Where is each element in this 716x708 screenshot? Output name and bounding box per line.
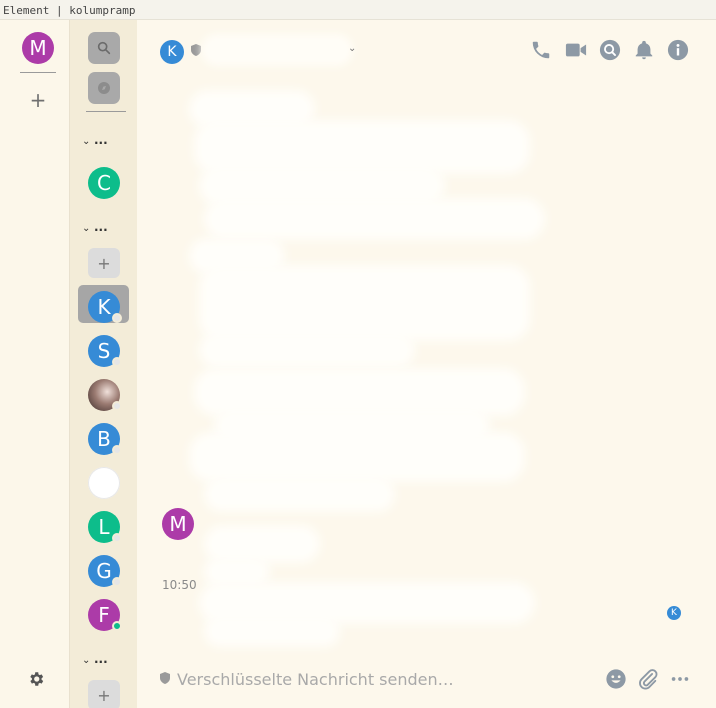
- sender-avatar[interactable]: M: [162, 508, 194, 540]
- presence-indicator: [112, 577, 122, 587]
- room-header: K ⌄: [137, 20, 716, 78]
- redacted-message: [202, 376, 517, 408]
- room-item-photo[interactable]: [88, 379, 122, 411]
- explore-rooms-button[interactable]: [88, 72, 120, 104]
- redacted-message: [212, 484, 387, 504]
- presence-indicator: [112, 445, 122, 455]
- read-receipt-avatar[interactable]: K: [667, 606, 681, 620]
- chevron-down-icon: ⌄: [82, 223, 91, 234]
- redacted-message: [207, 340, 407, 360]
- message-timestamp: 10:50: [162, 578, 197, 592]
- more-options-icon[interactable]: [669, 668, 691, 690]
- compass-icon: [98, 82, 110, 94]
- presence-indicator: [112, 533, 122, 543]
- search-button[interactable]: [88, 32, 120, 64]
- section-label: ...: [94, 133, 108, 147]
- create-space-button[interactable]: +: [28, 90, 48, 110]
- room-avatar: [88, 467, 120, 499]
- section-label: ...: [94, 652, 108, 666]
- add-room-button-2[interactable]: +: [88, 680, 120, 708]
- room-item-b[interactable]: B: [88, 423, 122, 455]
- chevron-down-icon[interactable]: ⌄: [348, 43, 356, 54]
- space-panel: M +: [0, 20, 70, 708]
- presence-indicator: [112, 313, 122, 323]
- add-room-button[interactable]: +: [88, 248, 120, 278]
- info-icon[interactable]: [667, 39, 689, 61]
- room-name-redacted[interactable]: [207, 40, 347, 60]
- quick-settings-gear-icon[interactable]: [27, 670, 45, 688]
- search-icon: [97, 41, 111, 55]
- message-timeline: M 10:50 K: [137, 78, 716, 648]
- presence-indicator: [112, 357, 122, 367]
- emoji-icon[interactable]: [605, 668, 627, 690]
- shield-icon: [191, 44, 201, 56]
- room-view: K ⌄ M 10:50 K Verschlüsselte Nachricht s…: [137, 20, 716, 708]
- message-composer: [137, 660, 716, 700]
- section-toggle-1[interactable]: ⌄...: [82, 133, 122, 147]
- room-avatar: C: [88, 167, 120, 199]
- redacted-message: [207, 273, 522, 333]
- chevron-down-icon: ⌄: [82, 655, 91, 666]
- search-icon[interactable]: [599, 39, 621, 61]
- paperclip-icon[interactable]: [637, 668, 659, 690]
- room-item-c[interactable]: C: [88, 167, 120, 199]
- room-item-l[interactable]: L: [88, 511, 122, 543]
- app: M + ⌄... C ⌄... + K S B L G F ⌄ ... + K …: [0, 20, 716, 708]
- redacted-message: [202, 128, 522, 166]
- room-item-k[interactable]: K: [78, 285, 129, 323]
- room-item-white[interactable]: [88, 467, 120, 499]
- redacted-message: [197, 98, 307, 120]
- redacted-message: [197, 246, 277, 266]
- bell-icon[interactable]: [633, 39, 655, 61]
- chevron-down-icon: ⌄: [82, 136, 91, 147]
- redacted-message: [207, 590, 527, 616]
- presence-indicator: [112, 401, 122, 411]
- room-header-avatar[interactable]: K: [160, 40, 184, 64]
- message-input[interactable]: [177, 668, 597, 690]
- room-item-f[interactable]: F: [88, 599, 122, 631]
- redacted-message: [212, 623, 332, 639]
- presence-indicator-online: [112, 621, 122, 631]
- room-list-divider: [86, 111, 126, 112]
- video-icon[interactable]: [564, 39, 588, 61]
- redacted-message: [212, 533, 312, 555]
- user-avatar[interactable]: M: [22, 32, 54, 64]
- section-toggle-2[interactable]: ⌄...: [82, 220, 122, 234]
- room-item-g[interactable]: G: [88, 555, 122, 587]
- phone-icon[interactable]: [530, 39, 552, 61]
- room-item-s[interactable]: S: [88, 335, 122, 367]
- space-divider: [20, 72, 56, 73]
- room-list: ⌄... C ⌄... + K S B L G F ⌄ ... +: [70, 20, 137, 708]
- section-label: ...: [94, 220, 108, 234]
- redacted-message: [197, 440, 517, 474]
- redacted-message: [222, 416, 482, 436]
- window-title: Element | kolumpramp: [0, 0, 716, 20]
- redacted-message: [212, 206, 537, 232]
- section-toggle-3[interactable]: ⌄...: [82, 652, 122, 666]
- shield-icon: [160, 672, 170, 684]
- redacted-message: [207, 173, 437, 198]
- redacted-message: [212, 565, 262, 579]
